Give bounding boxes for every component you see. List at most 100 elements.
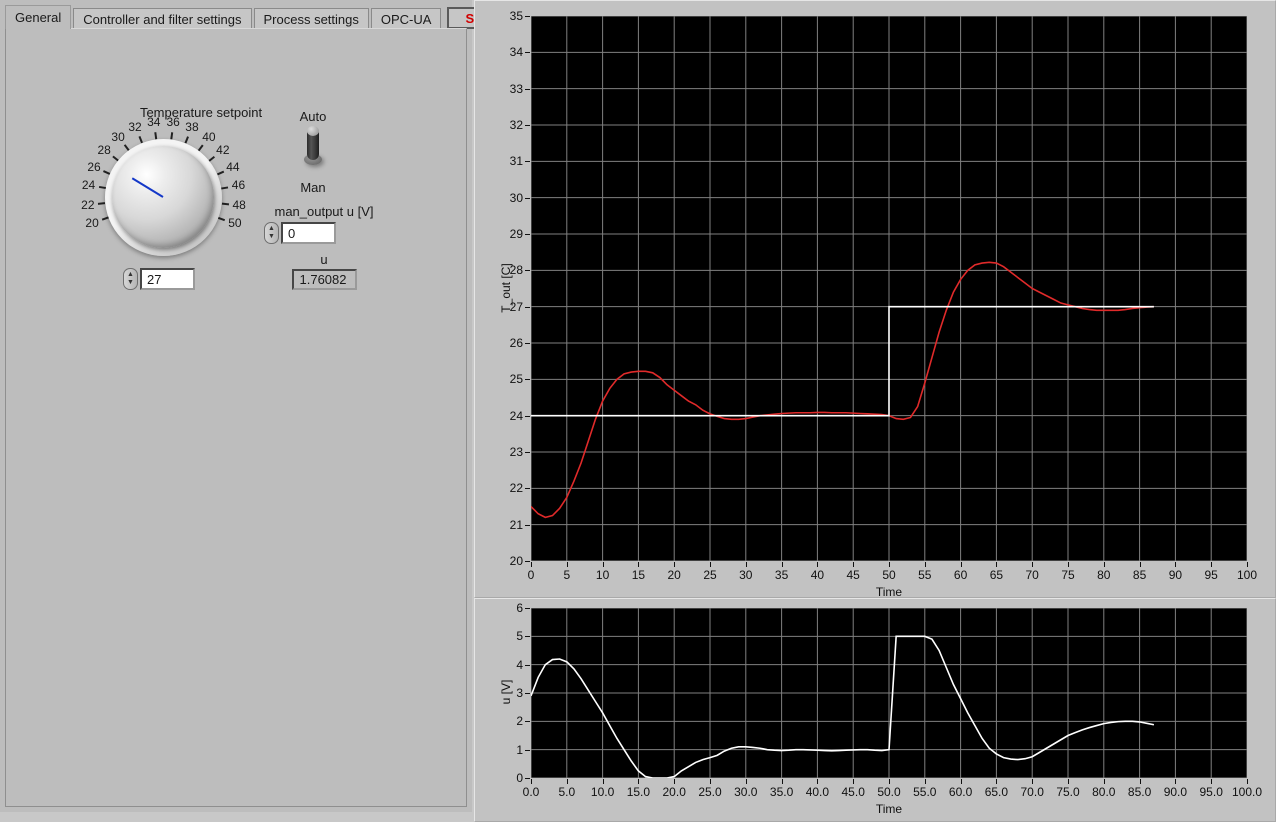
y-axis-tick-label: 22 bbox=[509, 481, 523, 496]
x-axis-tick-label: 0 bbox=[527, 568, 535, 582]
y-axis-tick-mark bbox=[525, 306, 530, 308]
man-output-numeric[interactable]: ▲ ▼ 0 bbox=[264, 222, 384, 244]
x-axis-tick-label: 30.0 bbox=[734, 785, 758, 799]
x-axis-tick-mark bbox=[924, 562, 926, 567]
setpoint-value-field[interactable]: 27 bbox=[140, 268, 195, 290]
x-axis-tick-label: 60 bbox=[953, 568, 968, 582]
x-axis-tick-mark bbox=[1103, 562, 1105, 567]
x-axis-tick-label: 20 bbox=[667, 568, 681, 582]
y-axis-tick-mark bbox=[525, 693, 530, 694]
switch-lever-cap bbox=[307, 126, 319, 136]
x-axis-tick-label: 85 bbox=[1132, 568, 1147, 582]
x-axis-tick-mark bbox=[710, 562, 711, 567]
knob-tick-mark bbox=[218, 216, 226, 221]
tab-strip: General Controller and filter settings P… bbox=[5, 5, 519, 30]
y-axis-tick-label: 23 bbox=[509, 445, 523, 459]
knob-tick-label: 32 bbox=[128, 120, 142, 135]
knob-tick-label: 48 bbox=[232, 197, 246, 212]
spinner-up-icon[interactable]: ▲ bbox=[268, 225, 275, 233]
y-axis-tick-mark bbox=[525, 524, 530, 526]
x-axis-tick-mark bbox=[996, 562, 998, 567]
x-axis-tick-mark bbox=[853, 779, 855, 784]
temperature-plot-area[interactable] bbox=[531, 16, 1247, 561]
y-axis-tick-mark bbox=[525, 452, 530, 453]
y-axis-tick-label: 25 bbox=[509, 372, 523, 387]
tab-opc-ua[interactable]: OPC-UA bbox=[370, 8, 442, 30]
y-axis-tick-label: 20 bbox=[509, 554, 523, 568]
y-axis-tick-mark bbox=[525, 721, 530, 723]
x-axis-tick-mark bbox=[674, 779, 676, 784]
x-axis-tick-label: 25 bbox=[703, 568, 717, 582]
knob-tick-label: 44 bbox=[226, 159, 240, 174]
y-axis-tick-mark bbox=[525, 270, 530, 272]
tab-controller-and-filter-settings-label: Controller and filter settings bbox=[83, 12, 242, 27]
x-axis-tick-label: 35.0 bbox=[769, 785, 794, 799]
knob-dial[interactable] bbox=[112, 146, 214, 248]
x-axis-tick-label: 20.0 bbox=[662, 785, 686, 799]
tab-general-label: General bbox=[15, 10, 62, 25]
x-axis-tick-mark bbox=[1139, 779, 1141, 784]
x-axis-tick-label: 70.0 bbox=[1020, 785, 1044, 799]
x-axis-tick-label: 40 bbox=[810, 568, 825, 582]
y-axis-tick-label: 6 bbox=[516, 601, 523, 615]
temperature-setpoint-knob[interactable]: 20 22 24 26 28 30 32 34 36 38 40 42 44 46 48 50 bbox=[81, 115, 246, 270]
auto-man-toggle-switch[interactable] bbox=[268, 124, 358, 180]
y-axis-tick-mark bbox=[525, 664, 530, 666]
tab-general[interactable]: General bbox=[5, 5, 72, 29]
temperature-y-axis-title: T_out [C] bbox=[499, 262, 513, 313]
x-axis-tick-label: 90 bbox=[1168, 568, 1183, 582]
temperature-setpoint-numeric[interactable]: ▲ ▼ 27 bbox=[123, 268, 195, 290]
man-output-spinner[interactable]: ▲ ▼ bbox=[264, 222, 279, 244]
man-output-value-field[interactable]: 0 bbox=[281, 222, 336, 244]
knob-tick-label: 20 bbox=[85, 216, 99, 231]
x-axis-tick-label: 25.0 bbox=[698, 785, 722, 799]
y-axis-tick-label: 24 bbox=[509, 408, 523, 423]
x-axis-tick-mark bbox=[566, 562, 568, 567]
spinner-up-icon[interactable]: ▲ bbox=[127, 271, 134, 279]
temperature-x-axis-title: Time bbox=[875, 585, 903, 599]
setpoint-spinner[interactable]: ▲ ▼ bbox=[123, 268, 138, 290]
y-axis-tick-label: 26 bbox=[509, 336, 523, 350]
x-axis-tick-label: 10.0 bbox=[590, 785, 615, 799]
x-axis-tick-mark bbox=[1032, 779, 1034, 784]
control-signal-plot-area[interactable] bbox=[531, 608, 1247, 778]
y-axis-tick-mark bbox=[525, 488, 530, 490]
x-axis-tick-mark bbox=[1032, 562, 1034, 567]
x-axis-tick-mark bbox=[745, 779, 747, 784]
x-axis-tick-label: 65 bbox=[989, 568, 1004, 582]
application-window: General Controller and filter settings P… bbox=[0, 0, 1276, 822]
temperature-plot-svg bbox=[531, 16, 1247, 561]
y-axis-tick-label: 33 bbox=[509, 81, 523, 96]
x-axis-tick-label: 45.0 bbox=[841, 785, 865, 799]
x-axis-tick-mark bbox=[960, 779, 962, 784]
knob-tick-label: 36 bbox=[166, 115, 180, 130]
tab-process-settings[interactable]: Process settings bbox=[253, 8, 369, 30]
auto-man-switch-group: Auto Man bbox=[268, 109, 358, 195]
knob-tick-label: 24 bbox=[81, 178, 96, 193]
x-axis-tick-mark bbox=[924, 779, 926, 784]
x-axis-tick-label: 70 bbox=[1025, 568, 1039, 582]
x-axis-tick-mark bbox=[817, 562, 819, 567]
knob-tick-mark bbox=[221, 186, 229, 189]
x-axis-tick-mark bbox=[1175, 562, 1177, 567]
y-axis-tick-mark bbox=[525, 88, 530, 90]
left-panel: General Controller and filter settings P… bbox=[0, 0, 519, 812]
u-indicator-group: u 1.76082 bbox=[264, 252, 384, 290]
x-axis-tick-label: 5 bbox=[563, 568, 571, 582]
x-axis-tick-label: 100 bbox=[1236, 568, 1258, 582]
control-signal-chart-frame: 0 1 2 3 4 5 6 0.0 5.0 10.0 15.0 20.0 25.0 30.0 35.0 40.… bbox=[474, 598, 1276, 822]
spinner-down-icon[interactable]: ▼ bbox=[268, 233, 275, 241]
tab-panel-general: Temperature setpoint 20 22 24 26 28 30 32 34 36 3… bbox=[5, 28, 467, 807]
control-signal-y-axis-title: u [V] bbox=[499, 679, 513, 705]
x-axis-tick-mark bbox=[1211, 562, 1213, 567]
x-axis-tick-label: 80 bbox=[1097, 568, 1111, 582]
tab-controller-and-filter-settings[interactable]: Controller and filter settings bbox=[73, 8, 252, 30]
spinner-down-icon[interactable]: ▼ bbox=[127, 279, 134, 287]
x-axis-tick-mark bbox=[1211, 779, 1213, 784]
y-axis-tick-mark bbox=[525, 343, 530, 344]
x-axis-tick-label: 80.0 bbox=[1092, 785, 1116, 799]
x-axis-tick-label: 10 bbox=[595, 568, 610, 582]
y-axis-tick-label: 35 bbox=[509, 9, 523, 23]
y-axis-tick-mark bbox=[525, 125, 530, 126]
x-axis-tick-mark bbox=[889, 562, 890, 567]
